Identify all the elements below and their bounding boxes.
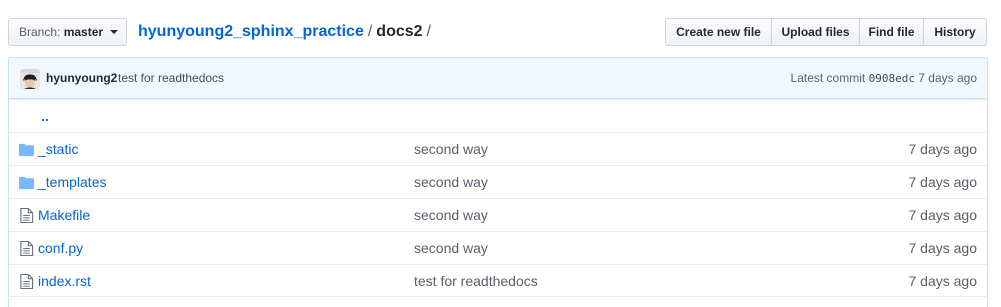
create-new-file-button[interactable]: Create new file <box>665 18 772 46</box>
parent-directory-link[interactable]: .. <box>41 100 49 132</box>
parent-directory-row: .. <box>9 99 987 132</box>
latest-commit-bar: hyunyoung2 test for readthedocs Latest c… <box>9 58 987 99</box>
file-age: 7 days ago <box>908 207 978 223</box>
file-icon <box>20 208 34 223</box>
file-age: 7 days ago <box>908 273 978 289</box>
table-row: conf.py second way 7 days ago <box>9 231 987 264</box>
file-commit-message[interactable]: second way <box>414 133 488 165</box>
caret-down-icon <box>110 30 119 34</box>
commit-sha-link[interactable]: 0908edc <box>869 72 915 85</box>
table-row: _templates second way 7 days ago <box>9 165 987 198</box>
breadcrumb-separator: / <box>426 23 431 40</box>
file-name-link[interactable]: index.rst <box>38 265 91 297</box>
file-icon <box>20 274 34 289</box>
file-name-link[interactable]: Makefile <box>38 199 90 231</box>
repo-file-navigation: Branch: master hyunyoung2_sphinx_practic… <box>0 0 1001 56</box>
breadcrumb: hyunyoung2_sphinx_practice / docs2/ <box>138 21 435 43</box>
file-commit-message[interactable]: test for readthedocs <box>414 265 538 297</box>
branch-name: master <box>63 25 104 39</box>
table-row: _static second way 7 days ago <box>9 132 987 165</box>
breadcrumb-separator: / <box>367 23 373 40</box>
file-table: hyunyoung2 test for readthedocs Latest c… <box>8 57 988 307</box>
file-age: 7 days ago <box>908 240 978 256</box>
folder-icon <box>19 143 34 157</box>
upload-files-button[interactable]: Upload files <box>771 18 860 46</box>
breadcrumb-repo-link[interactable]: hyunyoung2_sphinx_practice <box>138 23 364 40</box>
commit-author-link[interactable]: hyunyoung2 <box>46 58 117 98</box>
file-icon <box>20 241 34 256</box>
file-name-link[interactable]: _templates <box>38 166 106 198</box>
file-age: 7 days ago <box>908 141 978 157</box>
latest-commit-label: Latest commit <box>790 71 866 85</box>
file-commit-message[interactable]: second way <box>414 199 488 231</box>
file-commit-message[interactable]: second way <box>414 232 488 264</box>
commit-message-link[interactable]: test for readthedocs <box>118 58 224 98</box>
table-row: index.rst test for readthedocs 7 days ag… <box>9 264 987 297</box>
branch-select-button[interactable]: Branch: master <box>8 18 127 46</box>
folder-icon <box>19 176 34 190</box>
avatar[interactable] <box>20 69 40 89</box>
file-actions-group: Create new file Upload files Find file H… <box>665 18 987 46</box>
row-divider <box>8 296 988 297</box>
file-name-link[interactable]: _static <box>38 133 78 165</box>
table-row: Makefile second way 7 days ago <box>9 198 987 231</box>
find-file-button[interactable]: Find file <box>859 18 924 46</box>
branch-prefix: Branch: <box>19 25 61 39</box>
commit-age: 7 days ago <box>918 71 977 85</box>
breadcrumb-current-dir: docs2 <box>376 23 423 40</box>
file-name-link[interactable]: conf.py <box>38 232 83 264</box>
latest-commit-info: Latest commit 0908edc 7 days ago <box>791 58 977 99</box>
file-age: 7 days ago <box>908 174 978 190</box>
file-commit-message[interactable]: second way <box>414 166 488 198</box>
history-button[interactable]: History <box>923 18 987 46</box>
